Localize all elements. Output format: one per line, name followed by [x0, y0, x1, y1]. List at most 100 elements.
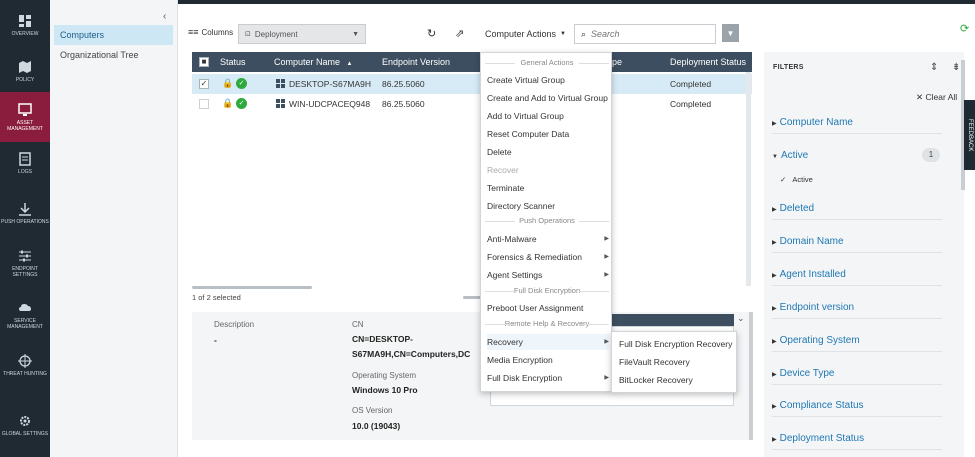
nav-label: ENDPOINT SETTINGS [12, 265, 38, 278]
filter-domain-name[interactable]: ▶ Domain Name [772, 231, 942, 253]
clear-all-button[interactable]: ✕ Clear All [916, 92, 957, 103]
table-row[interactable]: 🔒 ✓ WIN-UDCPACEQ948 86.25.5060 Completed [192, 94, 752, 114]
menu-label: Full Disk Encryption [487, 373, 563, 383]
caret-right-icon: ▶ [604, 272, 609, 278]
submenu-fde-recovery[interactable]: Full Disk Encryption Recovery [619, 336, 732, 352]
nav-logs[interactable]: LOGS [0, 138, 50, 188]
active-option-checkbox[interactable]: ✓ Active [780, 175, 813, 184]
row-checkbox[interactable] [199, 99, 209, 109]
menu-add-virtual-group[interactable]: Add to Virtual Group [487, 108, 609, 124]
cell-endpoint-version: 86.25.5060 [382, 79, 425, 89]
nav-policy[interactable]: POLICY [0, 46, 50, 96]
header-deployment-status[interactable]: Deployment Status [670, 52, 746, 72]
filter-deleted[interactable]: ▶ Deleted [772, 198, 942, 220]
search-input[interactable] [591, 29, 702, 39]
menu-recovery[interactable]: Recovery ▶ [487, 334, 609, 350]
sync-icon[interactable]: ⟳ [960, 22, 969, 35]
search-icon: ⌕ [581, 28, 587, 39]
caret-right-icon: ▶ [772, 306, 777, 312]
submenu-filevault-recovery[interactable]: FileVault Recovery [619, 354, 690, 370]
filter-label: Deployment Status [779, 433, 865, 444]
computer-actions-button[interactable]: Computer Actions ▼ [479, 24, 571, 44]
menu-label: Recovery [487, 337, 523, 347]
header-endpoint-version[interactable]: Endpoint Version [382, 52, 450, 72]
document-icon [19, 151, 31, 166]
os-label: Operating System [352, 371, 417, 380]
filter-endpoint-version[interactable]: ▶ Endpoint version [772, 297, 942, 319]
chevron-down-icon: ▼ [560, 31, 566, 37]
clear-all-label: Clear All [925, 92, 958, 102]
caret-right-icon: ▶ [772, 339, 777, 345]
menu-directory-scanner[interactable]: Directory Scanner [487, 198, 609, 214]
details-scrollbar[interactable] [749, 312, 753, 440]
chevron-down-icon[interactable]: ⌄ [737, 313, 745, 324]
status-ok-icon: ✓ [236, 98, 247, 109]
dashboard-icon [19, 14, 31, 27]
menu-media-encryption[interactable]: Media Encryption [487, 352, 609, 368]
submenu-bitlocker-recovery[interactable]: BitLocker Recovery [619, 372, 693, 388]
filter-deployment-status[interactable]: ▶ Deployment Status [772, 428, 942, 450]
menu-recover: Recover [487, 165, 519, 175]
filter-label: Deleted [779, 203, 815, 214]
caret-right-icon: ▶ [772, 240, 777, 246]
nav-endpoint-settings[interactable]: ENDPOINT SETTINGS [0, 238, 50, 288]
nav-label: PUSH OPERATIONS [1, 218, 49, 225]
menu-full-disk-encryption[interactable]: Full Disk Encryption ▶ [487, 370, 609, 386]
feedback-tab[interactable]: FEEDBACK [964, 100, 975, 170]
windows-icon [276, 79, 285, 88]
filters-panel: FILTERS ⇕ ⇟ ✕ Clear All ▶ Computer Name ▼… [764, 52, 964, 457]
description-label: Description [214, 320, 255, 329]
collapse-all-icon[interactable]: ⇟ [952, 62, 960, 73]
filter-compliance-status[interactable]: ▶ Compliance Status [772, 395, 942, 417]
collapse-sidebar-icon[interactable]: ‹ [163, 11, 166, 22]
table-vertical-scrollbar[interactable] [746, 72, 751, 286]
nav-threat-hunting[interactable]: THREAT HUNTING [0, 340, 50, 390]
cell-deployment-status: Completed [670, 79, 712, 89]
lock-icon: 🔒 [222, 78, 234, 88]
columns-button[interactable]: ≡≡ Columns [188, 27, 233, 37]
filter-active[interactable]: ▼ Active [772, 145, 942, 167]
menu-terminate[interactable]: Terminate [487, 180, 609, 196]
subnav-organizational-tree[interactable]: Organizational Tree [54, 45, 173, 65]
view-select[interactable]: ⊡ Deployment ▼ [238, 24, 366, 44]
filter-computer-name[interactable]: ▶ Computer Name [772, 112, 942, 134]
columns-icon: ≡≡ [188, 27, 199, 37]
menu-header-general: General Actions [481, 57, 613, 69]
nav-global-settings[interactable]: GLOBAL SETTINGS [0, 400, 50, 450]
table-horizontal-scrollbar[interactable] [192, 286, 312, 289]
row-checkbox[interactable]: ✓ [199, 79, 209, 89]
nav-asset-management[interactable]: ASSET MANAGEMENT [0, 92, 50, 142]
nav-label: ASSET MANAGEMENT [7, 119, 43, 132]
menu-agent-settings[interactable]: Agent Settings ▶ [487, 267, 609, 283]
menu-preboot-user-assignment[interactable]: Preboot User Assignment [487, 300, 609, 316]
table-row[interactable]: ✓ 🔒 ✓ DESKTOP-S67MA9H 86.25.5060 Complet… [192, 74, 752, 94]
filter-operating-system[interactable]: ▶ Operating System [772, 330, 942, 352]
export-icon[interactable]: ⇗ [455, 27, 464, 40]
nav-push-operations[interactable]: PUSH OPERATIONS [0, 188, 50, 238]
cell-deployment-status: Completed [670, 99, 712, 109]
left-nav: OVERVIEW POLICY ASSET MANAGEMENT LOGS PU… [0, 0, 50, 457]
menu-create-add-virtual-group[interactable]: Create and Add to Virtual Group [487, 90, 609, 106]
nav-service-management[interactable]: SERVICE MANAGEMENT [0, 290, 50, 340]
menu-anti-malware[interactable]: Anti-Malware ▶ [487, 231, 609, 247]
os-version-value: 10.0 (19043) [352, 421, 401, 431]
menu-forensics[interactable]: Forensics & Remediation ▶ [487, 249, 609, 265]
filter-icon[interactable]: ▼ [722, 24, 739, 42]
refresh-icon[interactable]: ↻ [427, 27, 436, 40]
nav-overview[interactable]: OVERVIEW [0, 0, 50, 50]
menu-reset-computer-data[interactable]: Reset Computer Data [487, 126, 609, 142]
caret-right-icon: ▶ [772, 437, 777, 443]
menu-create-virtual-group[interactable]: Create Virtual Group [487, 72, 609, 88]
select-all-checkbox[interactable]: ■ [199, 57, 209, 67]
caret-right-icon: ▶ [604, 339, 609, 345]
filter-device-type[interactable]: ▶ Device Type [772, 363, 942, 385]
menu-delete[interactable]: Delete [487, 144, 609, 160]
filter-agent-installed[interactable]: ▶ Agent Installed [772, 264, 942, 286]
expand-all-icon[interactable]: ⇕ [930, 62, 938, 73]
nav-label: POLICY [15, 76, 35, 83]
subnav-computers[interactable]: Computers [54, 25, 173, 45]
columns-label: Columns [201, 27, 234, 37]
header-type[interactable]: pe [612, 52, 622, 72]
header-computer-name[interactable]: Computer Name ▲ [274, 52, 353, 72]
header-status[interactable]: Status [220, 52, 246, 72]
